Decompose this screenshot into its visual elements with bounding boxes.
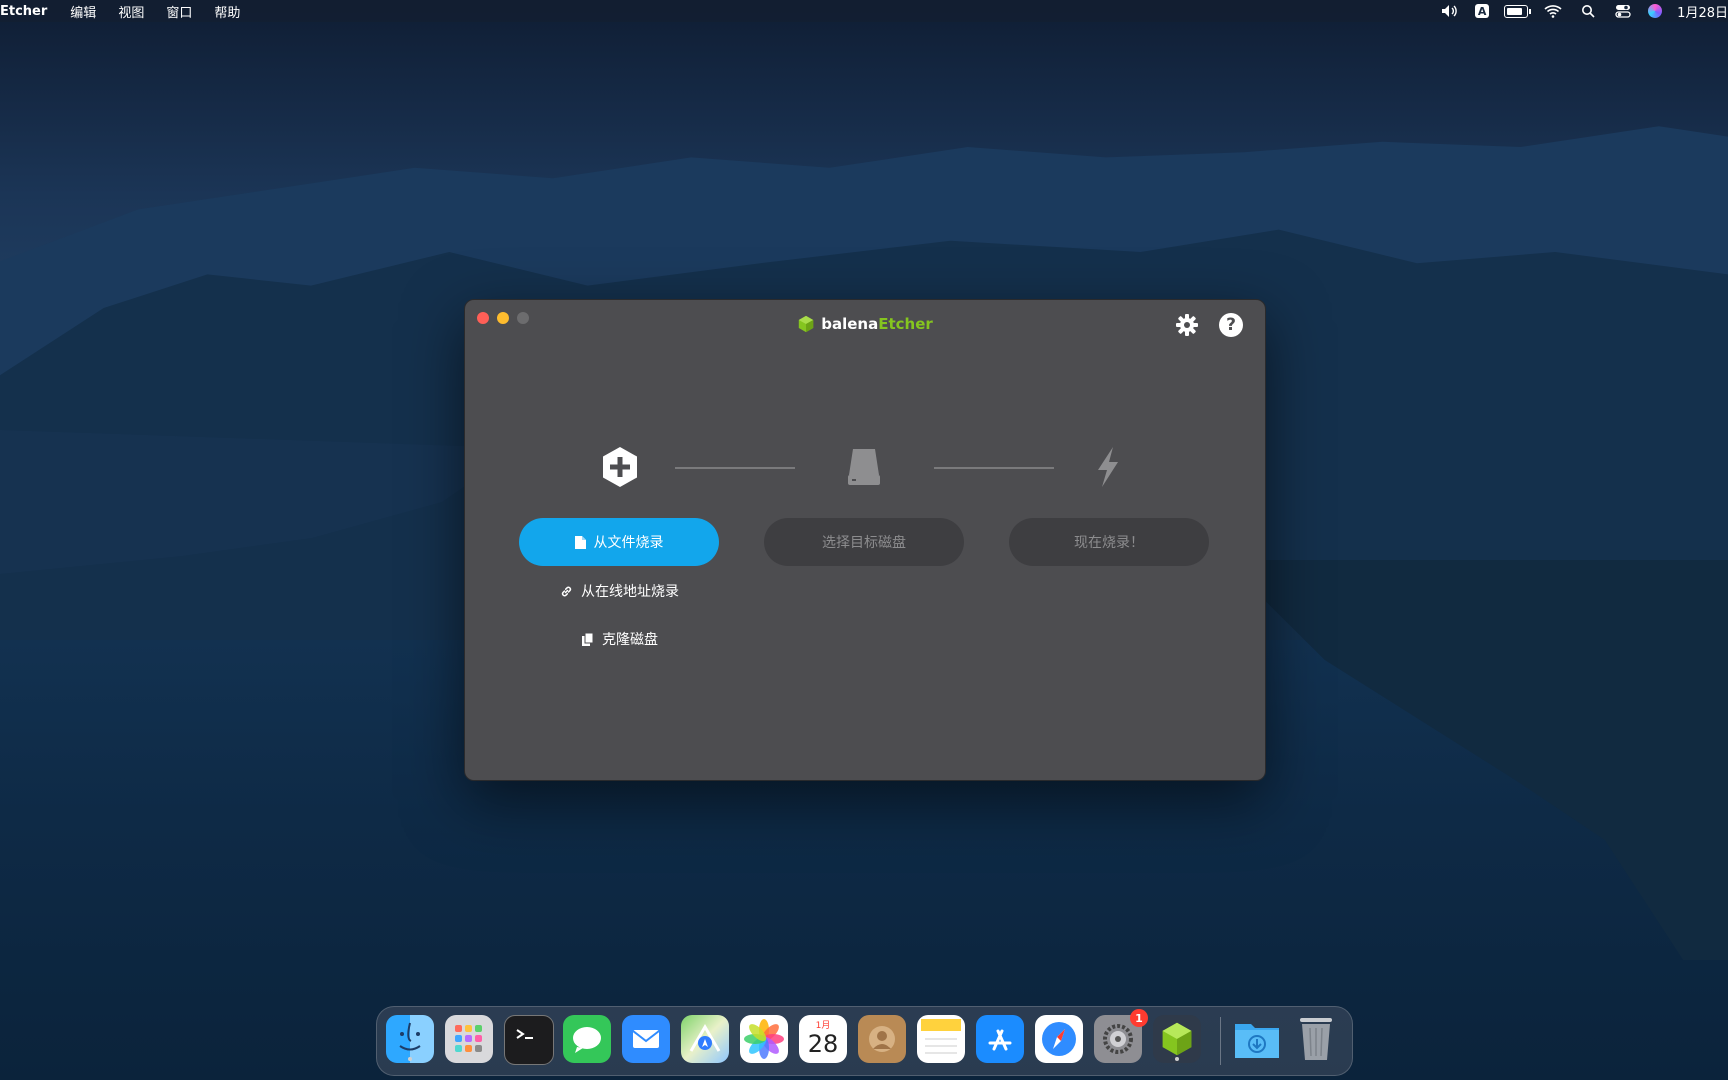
notes-icon xyxy=(921,1019,961,1054)
dock-maps[interactable] xyxy=(681,1015,729,1063)
question-icon: ? xyxy=(1219,313,1243,337)
dock-photos[interactable] xyxy=(740,1015,788,1063)
finder-icon xyxy=(399,1022,421,1051)
contacts-icon xyxy=(869,1026,895,1052)
logo-text-balena: balena xyxy=(821,315,879,333)
control-center-icon[interactable] xyxy=(1613,4,1633,18)
wifi-icon[interactable] xyxy=(1543,4,1563,18)
flash-now-label: 现在烧录！ xyxy=(1074,535,1144,551)
dock-terminal[interactable] xyxy=(504,1015,554,1065)
dock-balena-etcher[interactable] xyxy=(1153,1015,1201,1063)
link-icon xyxy=(561,586,572,596)
menu-clock[interactable]: 1月28日 xyxy=(1677,2,1728,21)
settings-button[interactable] xyxy=(1174,312,1200,338)
flash-icon xyxy=(1098,447,1118,487)
dock-notes[interactable] xyxy=(917,1015,965,1063)
dock-launchpad[interactable] xyxy=(445,1015,493,1063)
messages-icon xyxy=(573,1027,601,1053)
siri-icon[interactable] xyxy=(1648,4,1663,18)
gear-icon xyxy=(1176,314,1198,336)
dock-mail[interactable] xyxy=(622,1015,670,1063)
drive-icon xyxy=(848,449,880,485)
system-preferences-gear-icon xyxy=(1103,1024,1133,1054)
calendar-day: 28 xyxy=(807,1030,839,1058)
dock-safari[interactable] xyxy=(1035,1015,1083,1063)
help-button[interactable]: ? xyxy=(1218,312,1244,338)
spotlight-search-icon[interactable] xyxy=(1578,4,1598,18)
clone-drive-link[interactable]: 克隆磁盘 xyxy=(581,629,658,649)
balena-cube-icon xyxy=(799,315,814,333)
etcher-window: balena Etcher ? 从文件烧录 选择目标磁盘 现在烧录！ 从在线地址… xyxy=(464,299,1266,781)
flash-from-url-label: 从在线地址烧录 xyxy=(581,584,679,600)
etcher-running-dot xyxy=(1175,1057,1179,1061)
plus-hexagon-icon xyxy=(603,447,637,487)
downloads-folder-icon xyxy=(1235,1024,1279,1058)
menu-app-name[interactable]: Etcher xyxy=(0,4,59,19)
logo-text-etcher: Etcher xyxy=(878,315,933,333)
dock-finder[interactable] xyxy=(386,1015,434,1063)
dock-trash[interactable] xyxy=(1292,1015,1340,1063)
flash-from-file-label: 从文件烧录 xyxy=(593,535,664,551)
step-flash-icon xyxy=(1086,445,1130,489)
select-target-label: 选择目标磁盘 xyxy=(822,535,906,551)
terminal-icon xyxy=(516,1029,533,1039)
app-store-icon xyxy=(988,1029,1012,1051)
safari-compass-icon xyxy=(1042,1022,1076,1056)
maps-icon xyxy=(689,1024,721,1052)
flash-from-url-link[interactable]: 从在线地址烧录 xyxy=(560,581,679,601)
mail-icon xyxy=(632,1030,660,1048)
step-connector-1 xyxy=(675,467,795,469)
flash-from-file-button[interactable]: 从文件烧录 xyxy=(519,518,719,566)
dock-messages[interactable] xyxy=(563,1015,611,1063)
select-target-button[interactable]: 选择目标磁盘 xyxy=(764,518,964,566)
finder-running-dot xyxy=(408,1057,412,1061)
dock-calendar[interactable]: 1月 28 xyxy=(799,1015,847,1063)
volume-icon[interactable] xyxy=(1440,4,1460,18)
battery-icon[interactable] xyxy=(1504,4,1532,18)
input-method-icon[interactable]: A xyxy=(1475,4,1490,18)
copy-icon xyxy=(582,632,594,646)
dock-system-preferences[interactable]: 1 xyxy=(1094,1009,1148,1063)
dock: 1月 28 1 xyxy=(376,1006,1353,1076)
menu-edit[interactable]: 编辑 xyxy=(59,2,107,21)
step-target-icon xyxy=(842,445,886,489)
menu-window[interactable]: 窗口 xyxy=(155,2,203,21)
file-icon xyxy=(574,535,586,549)
dock-app-store[interactable] xyxy=(976,1015,1024,1063)
menu-view[interactable]: 视图 xyxy=(107,2,155,21)
app-logo: balena Etcher xyxy=(465,315,1265,333)
trash-icon xyxy=(1300,1018,1332,1060)
dock-separator xyxy=(1220,1017,1221,1065)
menu-bar: Etcher 编辑 视图 窗口 帮助 A 1月28日 xyxy=(0,0,1728,22)
step-connector-2 xyxy=(934,467,1054,469)
photos-icon xyxy=(744,1019,784,1059)
dock-downloads-folder[interactable] xyxy=(1233,1015,1281,1063)
menu-help[interactable]: 帮助 xyxy=(203,2,251,21)
step-source-icon xyxy=(598,445,642,489)
launchpad-icon xyxy=(455,1025,482,1052)
dock-contacts[interactable] xyxy=(858,1015,906,1063)
flash-now-button[interactable]: 现在烧录！ xyxy=(1009,518,1209,566)
etcher-cube-icon xyxy=(1162,1022,1192,1056)
notification-badge: 1 xyxy=(1130,1009,1148,1027)
clone-drive-label: 克隆磁盘 xyxy=(602,632,658,648)
